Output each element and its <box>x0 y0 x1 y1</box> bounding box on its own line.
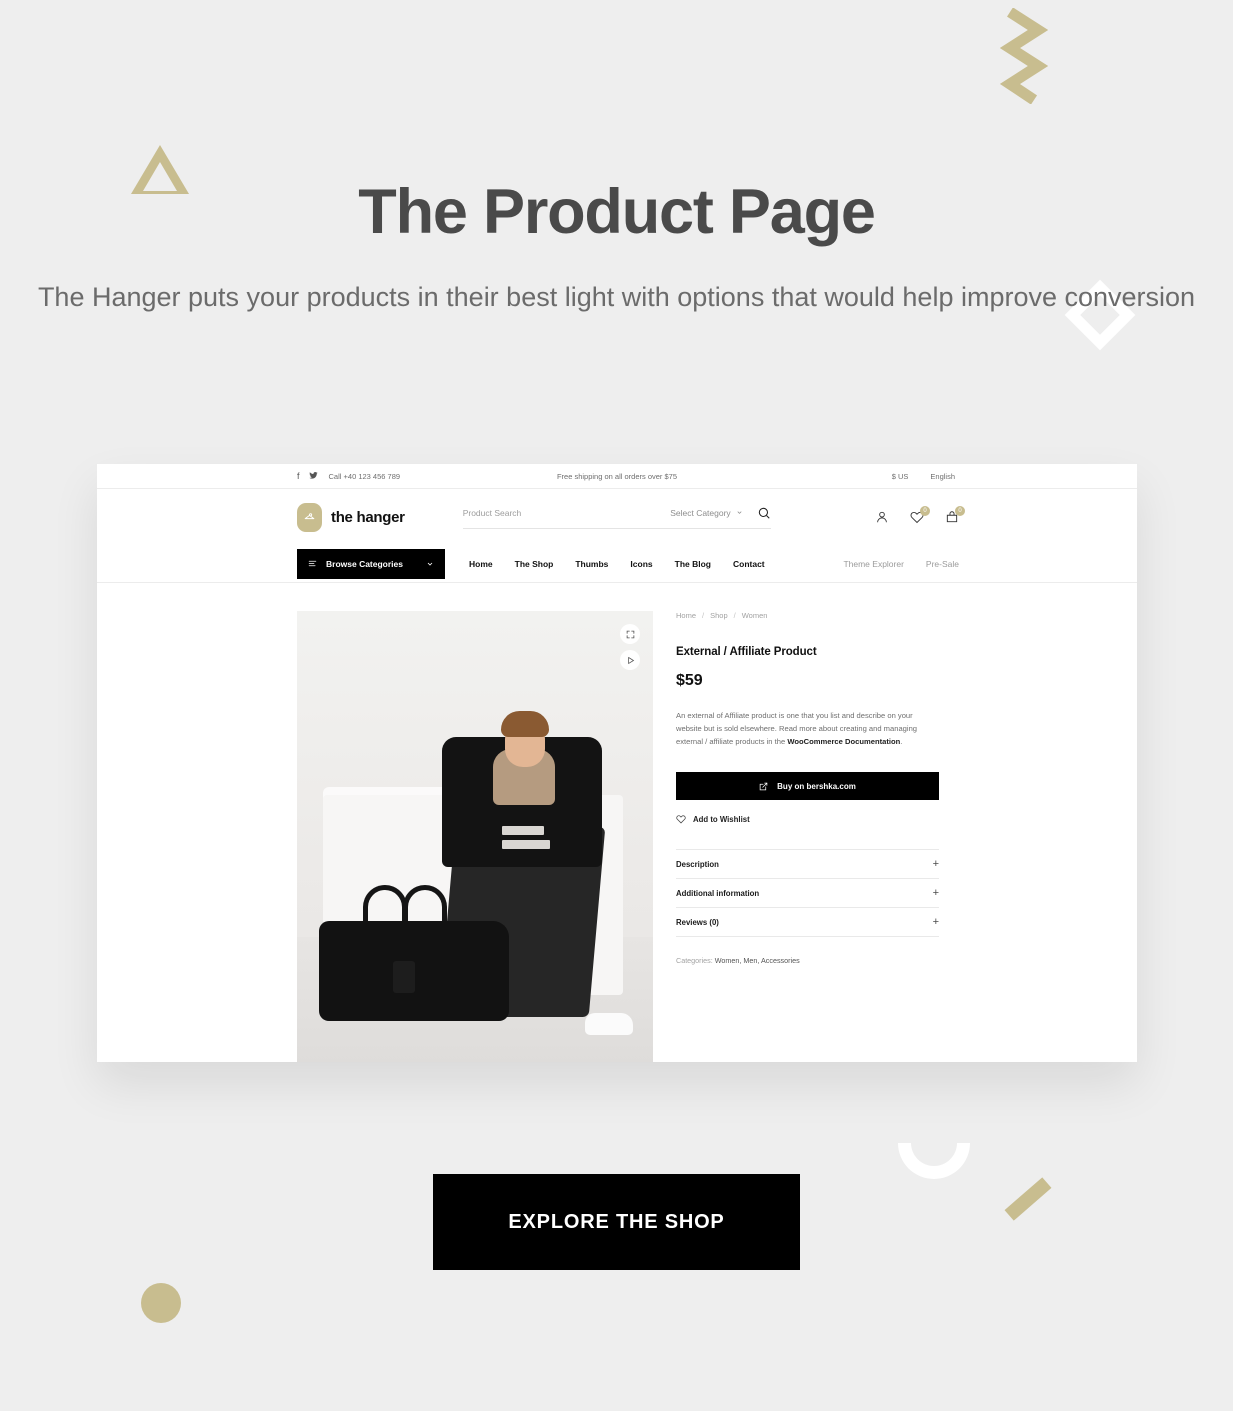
accordion-label-description: Description <box>676 859 719 869</box>
product-accordion: Description + Additional information + R… <box>676 849 939 938</box>
browser-mockup: f Call +40 123 456 789 Free shipping on … <box>97 464 1137 1062</box>
browse-categories-label: Browse Categories <box>326 558 403 569</box>
heart-icon <box>676 815 686 824</box>
accordion-row-reviews[interactable]: Reviews (0) + <box>676 908 939 938</box>
search-input[interactable] <box>462 507 671 518</box>
topbar-shipping-notice: Free shipping on all orders over $75 <box>556 471 678 481</box>
accordion-row-additional-information[interactable]: Additional information + <box>676 879 939 909</box>
brand-logo[interactable]: the hanger <box>297 502 405 532</box>
buy-button-label: Buy on bershka.com <box>777 781 856 791</box>
product-price: $59 <box>676 672 703 689</box>
explore-the-shop-button[interactable]: EXPLORE THE SHOP <box>433 1174 800 1270</box>
add-to-wishlist-button[interactable]: Add to Wishlist <box>676 814 750 824</box>
plus-icon: + <box>932 887 939 900</box>
product-categories-value[interactable]: Women, Men, Accessories <box>715 956 800 965</box>
nav-secondary: Theme Explorer Pre-Sale <box>843 559 959 569</box>
buy-button[interactable]: Buy on bershka.com <box>676 772 939 801</box>
nav-item-contact[interactable]: Contact <box>733 559 765 569</box>
brand-name: the hanger <box>331 508 405 526</box>
nav-item-the-shop[interactable]: The Shop <box>515 559 554 569</box>
page-subtitle: The Hanger puts your products in their b… <box>37 282 1196 312</box>
play-icon[interactable] <box>620 650 640 670</box>
category-select-label: Select Category <box>670 507 731 518</box>
product-description-end: . <box>900 737 903 747</box>
product-categories: Categories: Women, Men, Accessories <box>676 956 939 965</box>
product-categories-label: Categories: <box>676 956 713 966</box>
browse-categories-button[interactable]: Browse Categories <box>297 548 445 579</box>
external-link-icon <box>759 782 768 790</box>
woocommerce-documentation-link[interactable]: WooCommerce Documentation <box>787 737 900 746</box>
product-gallery[interactable] <box>297 611 653 1062</box>
chevron-down-icon <box>427 562 433 566</box>
add-to-wishlist-label: Add to Wishlist <box>693 814 750 824</box>
cart-count-badge: 0 <box>955 506 965 516</box>
search-bar: Select Category <box>462 506 771 529</box>
header-actions: 0 0 <box>875 506 965 524</box>
product-area: Home / Shop / Women External / Affiliate… <box>97 583 1137 1062</box>
circle-decoration <box>141 1283 181 1323</box>
hanger-icon <box>297 502 322 532</box>
product-title: External / Affiliate Product <box>676 646 817 658</box>
breadcrumb-item-home[interactable]: Home <box>676 611 696 620</box>
slash-decoration <box>1004 1177 1052 1221</box>
nav-item-thumbs[interactable]: Thumbs <box>575 559 608 569</box>
wishlist-icon[interactable]: 0 <box>910 506 930 524</box>
breadcrumb-item-shop[interactable]: Shop <box>710 611 728 620</box>
site-nav: Browse Categories Home The Shop Thumbs I… <box>97 545 1137 583</box>
plus-icon: + <box>932 916 939 929</box>
breadcrumb: Home / Shop / Women <box>676 611 768 620</box>
accordion-row-description[interactable]: Description + <box>676 850 939 880</box>
account-icon[interactable] <box>875 510 889 524</box>
nav-item-the-blog[interactable]: The Blog <box>675 559 711 569</box>
wishlist-count-badge: 0 <box>920 506 930 516</box>
menu-icon <box>308 560 317 567</box>
site-header: the hanger Select Category 0 0 <box>97 489 1137 545</box>
site-topbar: f Call +40 123 456 789 Free shipping on … <box>97 464 1137 489</box>
product-description: An external of Affiliate product is one … <box>676 709 939 748</box>
plus-icon: + <box>932 858 939 871</box>
language-selector[interactable]: English <box>930 472 955 481</box>
breadcrumb-item-women[interactable]: Women <box>742 611 768 620</box>
nav-item-home[interactable]: Home <box>469 559 493 569</box>
page-title: The Product Page <box>358 177 876 247</box>
chevron-down-icon <box>737 511 742 514</box>
category-select[interactable]: Select Category <box>670 508 742 518</box>
product-info: Home / Shop / Women External / Affiliate… <box>676 611 939 1062</box>
cart-icon[interactable]: 0 <box>945 506 965 524</box>
accordion-label-reviews: Reviews (0) <box>676 917 719 927</box>
accordion-label-additional-information: Additional information <box>676 888 760 898</box>
main-menu: Home The Shop Thumbs Icons The Blog Cont… <box>469 559 765 569</box>
nav-item-pre-sale[interactable]: Pre-Sale <box>926 559 959 569</box>
hero-section: The Product Page The Hanger puts your pr… <box>0 0 1233 316</box>
nav-item-icons[interactable]: Icons <box>630 559 652 569</box>
arc-decoration <box>898 1143 970 1179</box>
currency-selector[interactable]: $ US <box>892 472 909 481</box>
nav-item-theme-explorer[interactable]: Theme Explorer <box>843 559 903 569</box>
expand-icon[interactable] <box>620 624 640 644</box>
search-icon[interactable] <box>757 506 771 520</box>
